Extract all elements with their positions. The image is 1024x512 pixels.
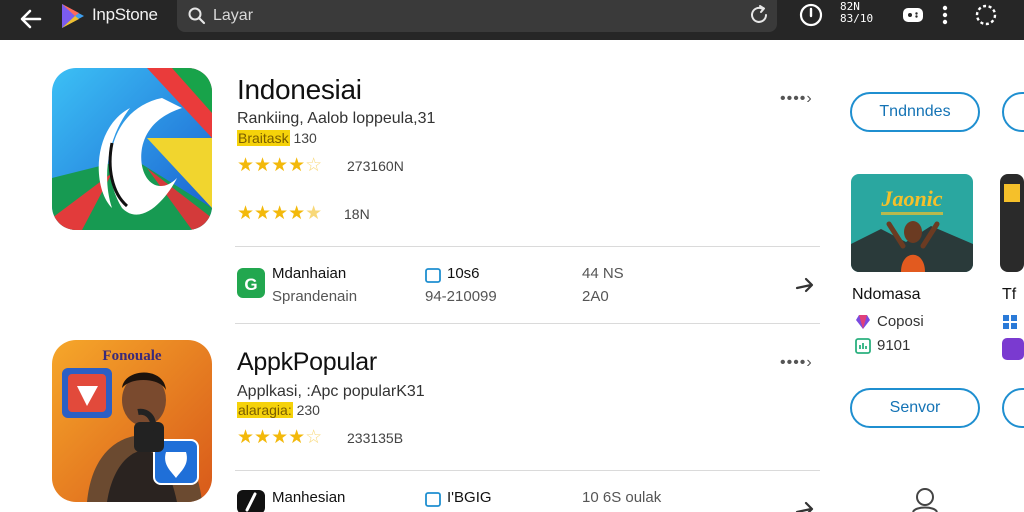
next-pill-button[interactable] — [1002, 92, 1024, 132]
star-rating: ★★★★☆ — [237, 155, 323, 176]
app-icon-appkpopular[interactable]: Fonouale — [52, 340, 212, 502]
status-readout: 82N 83/10 — [840, 1, 873, 25]
divider — [235, 246, 820, 247]
app-list-item[interactable]: Indonesiai Rankiing, Aalob loppeula,31 B… — [0, 40, 830, 330]
divider — [235, 323, 820, 324]
folder-icon — [425, 492, 441, 507]
search-input[interactable] — [213, 4, 713, 28]
developer-subtitle: Sprandenain — [272, 288, 358, 305]
profile-icon[interactable] — [910, 486, 940, 512]
app-subtitle: Applkasi, :Apc popularK31 — [237, 383, 425, 400]
clock-icon[interactable] — [798, 2, 824, 28]
app-title[interactable]: AppkPopular — [237, 348, 377, 377]
status-line-2: 83/10 — [840, 12, 874, 25]
downloads-count: 44 NS — [582, 265, 624, 282]
tag-icon — [856, 315, 870, 329]
featured-card-image[interactable]: Jaonic — [851, 174, 973, 272]
app-list-item[interactable]: Fonouale AppkPopular Applkasi, :Apc popu… — [0, 330, 830, 512]
svg-text:G: G — [244, 275, 257, 294]
search-bar[interactable] — [177, 0, 777, 32]
app-size: 10s6 — [447, 265, 480, 282]
more-options-button[interactable]: ••••› — [780, 354, 813, 372]
app-size-detail: 94-210099 — [425, 288, 497, 305]
tag-value: 230 — [292, 402, 320, 418]
rating-count: 233135B — [347, 430, 404, 446]
windows-icon — [1003, 315, 1017, 329]
featured-card-publisher: Coposi — [877, 313, 924, 330]
card-image-text: Jaonic — [880, 186, 942, 211]
app-category-tag: Braitask 130 — [237, 130, 317, 146]
search-icon — [188, 7, 206, 25]
featured-card-title[interactable]: Ndomasa — [852, 286, 920, 304]
store-brand-name: InpStone — [92, 5, 158, 24]
store-logo-icon[interactable] — [60, 3, 86, 29]
app-badge-icon — [1002, 338, 1024, 360]
app-icon-indonesiai[interactable] — [52, 68, 212, 230]
tag-highlight: Braitask — [237, 130, 290, 146]
divider — [235, 470, 820, 471]
next-pill-button-2[interactable] — [1002, 388, 1024, 428]
tag-highlight: alaragia: — [237, 402, 293, 418]
open-arrow-icon[interactable] — [794, 274, 816, 296]
game-controller-icon[interactable] — [900, 2, 926, 28]
star-rating-secondary: ★★★★★ — [237, 203, 323, 224]
developer-app-icon: G — [237, 268, 265, 298]
more-vertical-icon[interactable] — [932, 2, 958, 28]
rating-count-secondary: 18N — [344, 206, 370, 222]
rating-count: 273160N — [347, 158, 404, 174]
developer-name[interactable]: Manhesian — [272, 489, 345, 506]
open-arrow-icon[interactable] — [794, 498, 816, 512]
app-icon-text: Fonouale — [102, 348, 162, 364]
tag-value: 130 — [289, 130, 317, 146]
app-subtitle: Rankiing, Aalob loppeula,31 — [237, 110, 436, 127]
top-bar: InpStone 82N 83/10 — [0, 0, 1024, 40]
featured-card-stat: 9101 — [877, 337, 911, 354]
settings-gear-icon[interactable] — [973, 2, 999, 28]
app-title[interactable]: Indonesiai — [237, 74, 362, 106]
featured-card-title-2[interactable]: Tf — [1002, 286, 1016, 304]
server-button[interactable]: Senvor — [850, 388, 980, 428]
developer-name[interactable]: Mdanhaian — [272, 265, 346, 282]
developer-app-icon — [237, 490, 265, 512]
back-arrow-icon[interactable] — [16, 4, 46, 34]
folder-icon — [425, 268, 441, 283]
trending-button[interactable]: Tndnndes — [850, 92, 980, 132]
downloads-count: 10 6S oulak — [582, 489, 662, 506]
app-category-tag: alaragia: 230 — [237, 402, 320, 418]
refresh-icon[interactable] — [747, 3, 771, 27]
app-size: I'BGIG — [447, 489, 492, 506]
featured-card-image-2[interactable] — [1000, 174, 1024, 272]
more-options-button[interactable]: ••••› — [780, 90, 813, 108]
downloads-detail: 2A0 — [582, 288, 609, 305]
star-rating: ★★★★☆ — [237, 427, 323, 448]
chart-icon — [855, 338, 871, 354]
